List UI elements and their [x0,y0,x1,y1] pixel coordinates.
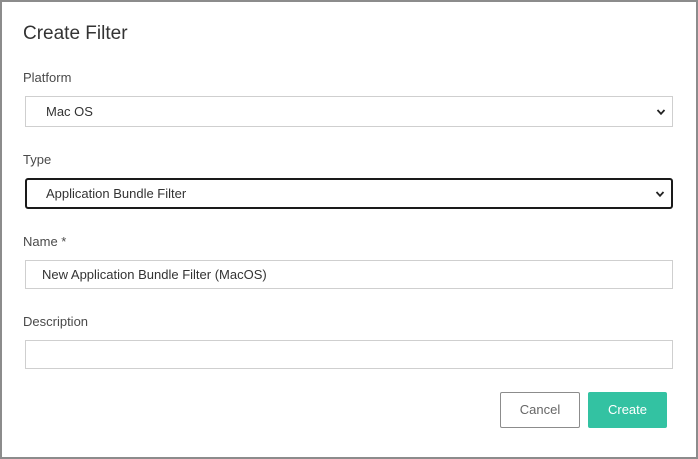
type-select[interactable]: Application Bundle Filter [25,178,673,209]
type-select-value: Application Bundle Filter [46,186,187,201]
dialog-title: Create Filter [23,23,128,44]
create-filter-dialog: Create Filter Platform Mac OS Type Appli… [0,0,698,459]
name-input-value: New Application Bundle Filter (MacOS) [42,267,267,282]
create-button[interactable]: Create [588,392,667,428]
cancel-button[interactable]: Cancel [500,392,580,428]
chevron-down-icon [655,190,665,197]
description-input[interactable] [25,340,673,369]
platform-select[interactable]: Mac OS [25,96,673,127]
platform-label: Platform [23,70,72,85]
description-label: Description [23,314,89,329]
platform-select-value: Mac OS [46,104,93,119]
name-label: Name * [23,234,67,249]
chevron-down-icon [656,108,666,115]
type-label: Type [23,152,52,167]
name-input[interactable]: New Application Bundle Filter (MacOS) [25,260,673,289]
